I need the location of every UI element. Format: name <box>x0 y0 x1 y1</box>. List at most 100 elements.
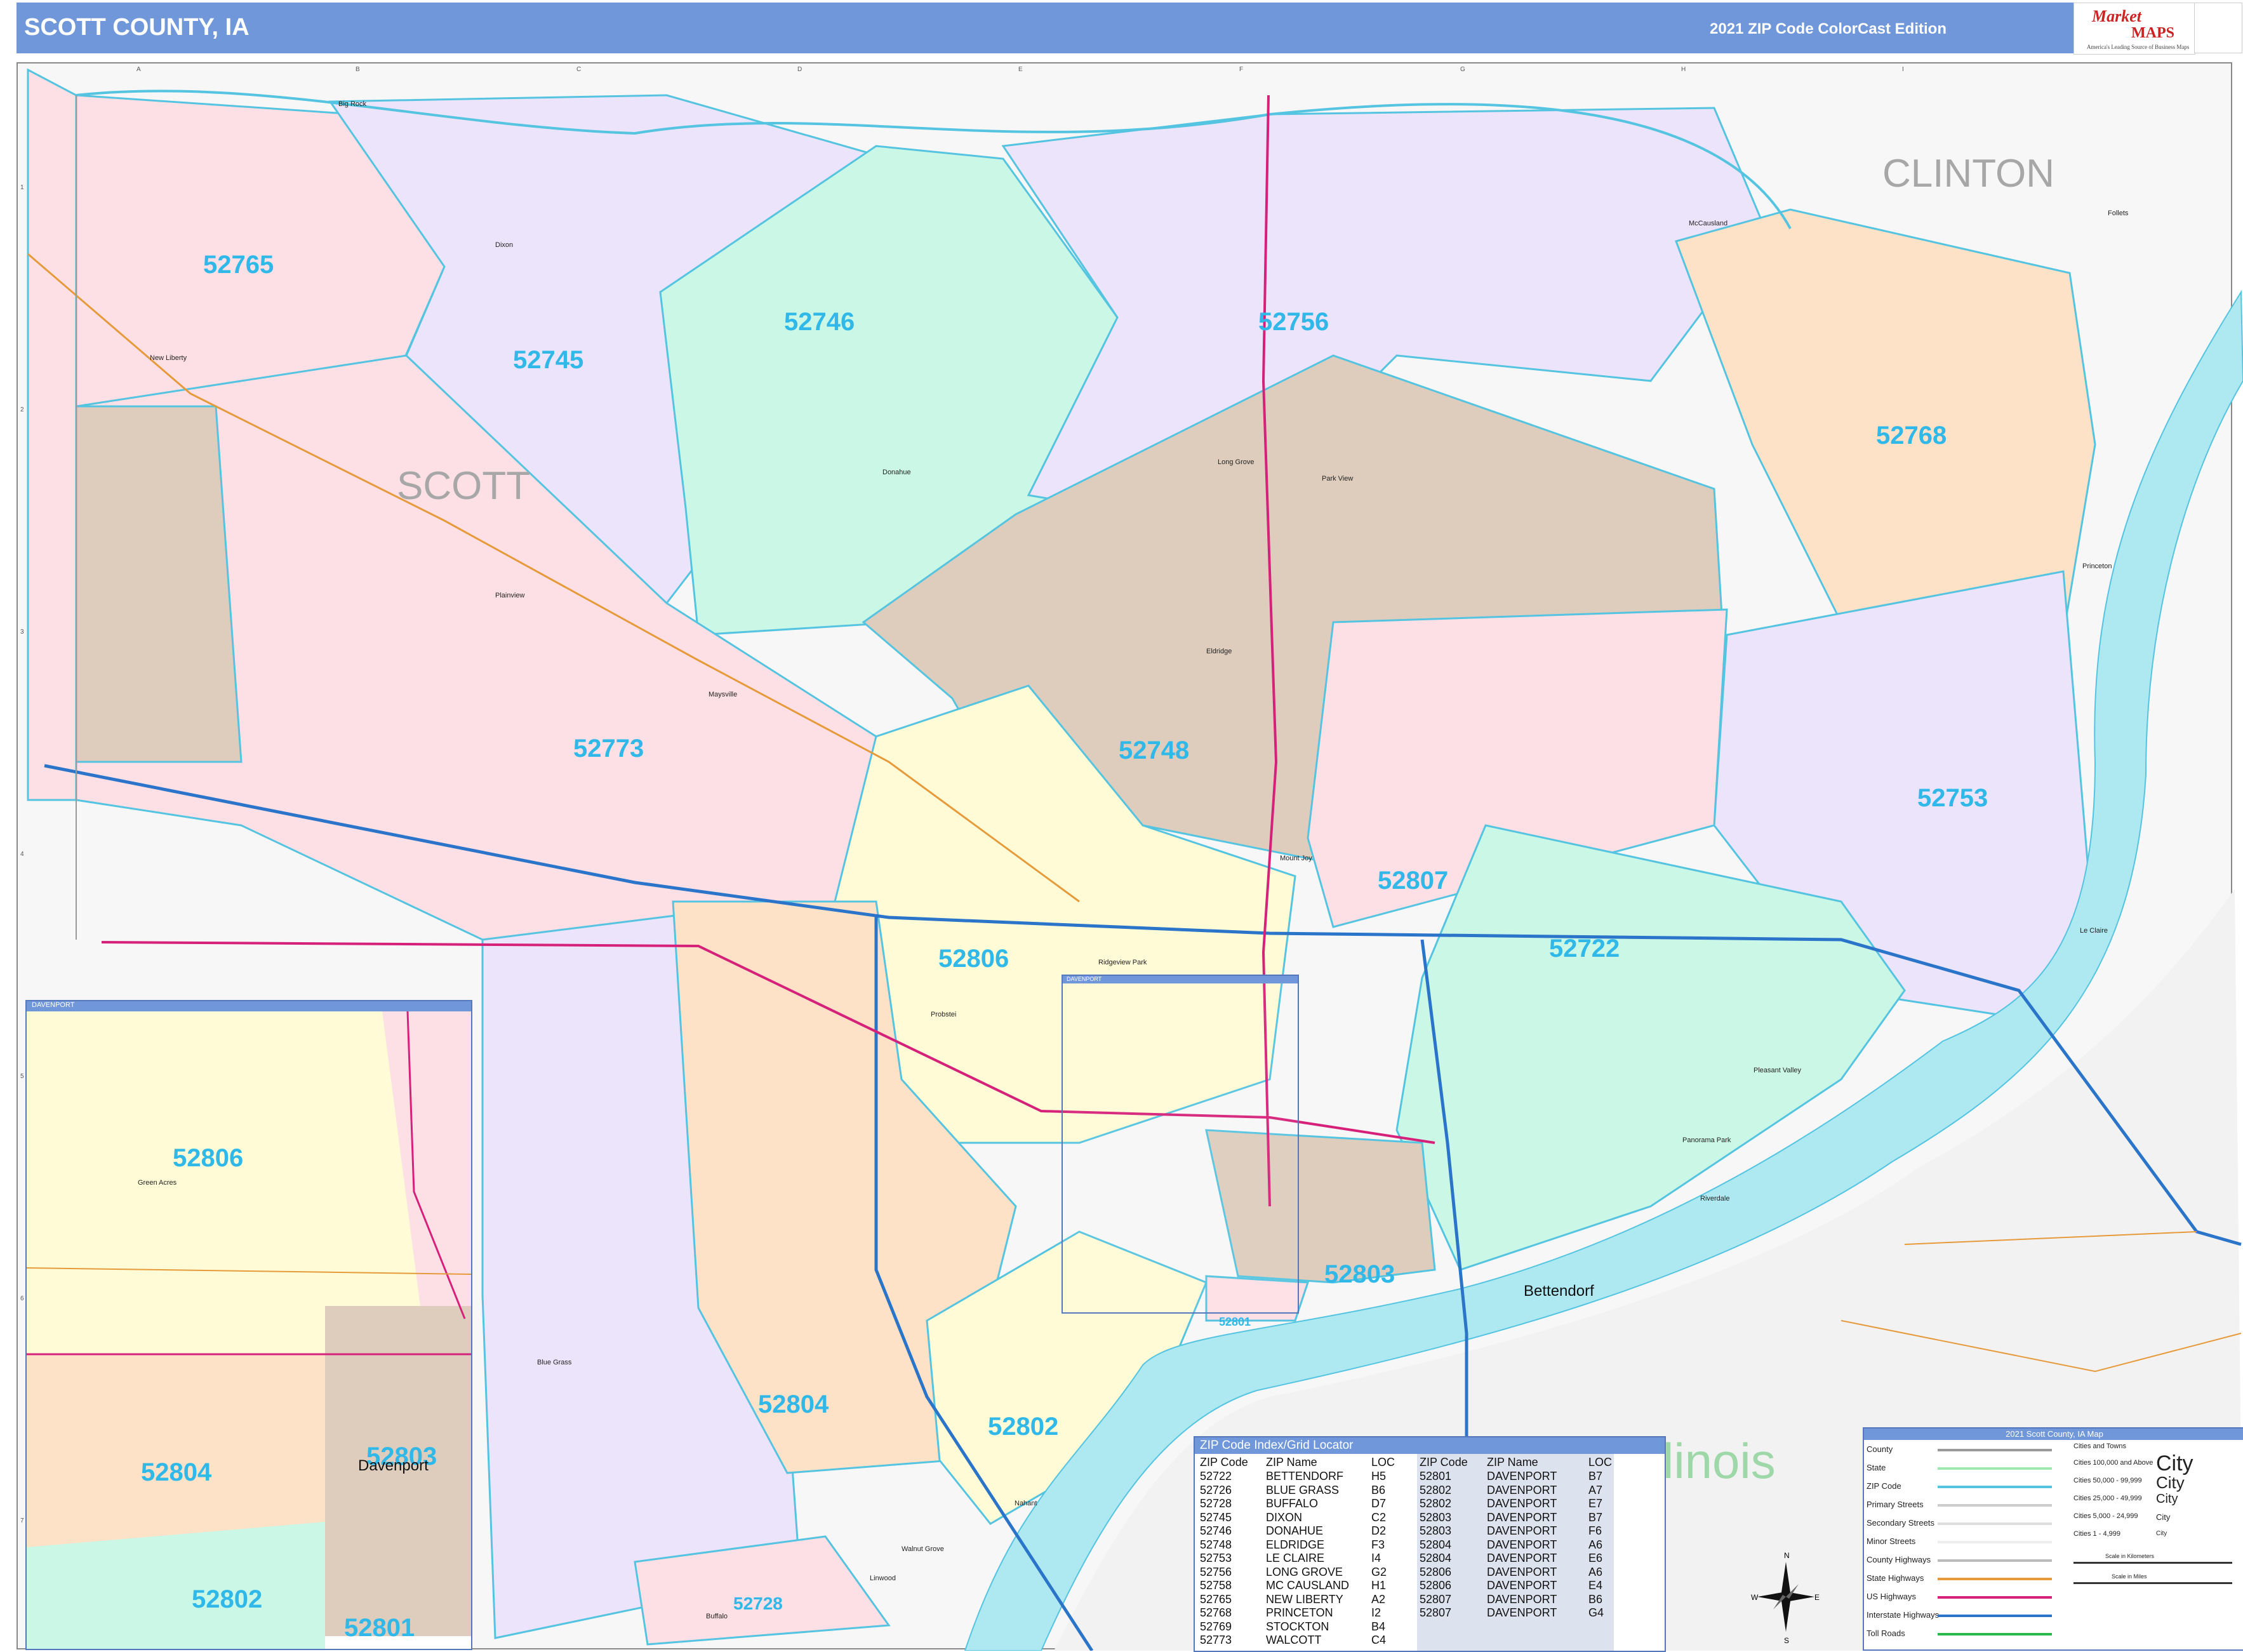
zip-index-cell: A7 <box>1588 1483 1603 1496</box>
west-region-tan <box>75 405 243 763</box>
town-label: Probstei <box>931 1011 957 1018</box>
town-label: Le Claire <box>2080 927 2108 935</box>
legend-scale-mi: Scale in Miles <box>2112 1573 2147 1580</box>
legend-item: County Highways <box>1867 1555 1931 1564</box>
legend-city-size: Cities 25,000 - 49,999 <box>2073 1495 2142 1502</box>
legend-item: Secondary Streets <box>1867 1518 1934 1528</box>
grid-letter: G <box>1460 66 1465 73</box>
zip-index-title: ZIP Code Index/Grid Locator <box>1195 1437 1665 1454</box>
grid-number: 4 <box>20 851 24 858</box>
zip-label: 52746 <box>784 308 855 336</box>
inset-canvas <box>27 1011 471 1649</box>
legend-city-size: Cities 1 - 4,999 <box>2073 1530 2120 1538</box>
legend-swatch <box>1938 1522 2052 1525</box>
zip-index-cell: DAVENPORT <box>1487 1524 1557 1537</box>
zip-index-cell: DAVENPORT <box>1487 1552 1557 1564</box>
zip-index-cell: 52773 <box>1200 1634 1232 1646</box>
zip-index-header: ZIP Code ZIP Name LOC ZIP Code ZIP Name … <box>1200 1455 1663 1469</box>
legend-swatch <box>1938 1449 2052 1451</box>
zip-index-cell: 52804 <box>1420 1552 1452 1564</box>
town-label: Riverdale <box>1700 1195 1730 1202</box>
legend-item: ZIP Code <box>1867 1481 1901 1491</box>
zip-index-cell: DAVENPORT <box>1487 1483 1557 1496</box>
grid-letter: D <box>797 66 802 73</box>
zip-index-cell: 52807 <box>1420 1606 1452 1619</box>
grid-number: 1 <box>20 184 24 191</box>
legend-city-size: Cities 50,000 - 99,999 <box>2073 1477 2142 1484</box>
scale-bar-mi <box>2073 1582 2232 1584</box>
zip-index-cell: F6 <box>1588 1524 1602 1537</box>
legend-swatch <box>1938 1486 2052 1488</box>
legend-title: 2021 Scott County, IA Map <box>1864 1429 2243 1440</box>
zip-index-cell: DAVENPORT <box>1487 1606 1557 1619</box>
legend-item: State Highways <box>1867 1573 1924 1583</box>
zip-index-cell: A6 <box>1588 1538 1603 1551</box>
county-label-scott: SCOTT <box>397 464 531 508</box>
zip-index-cell: STOCKTON <box>1266 1620 1329 1633</box>
legend-item: County <box>1867 1444 1893 1454</box>
zip-label: 52773 <box>573 735 644 763</box>
compass-e: E <box>1814 1593 1820 1602</box>
zip-index-cell: 52803 <box>1420 1524 1452 1537</box>
town-label: Maysville <box>709 691 738 698</box>
grid-letter: B <box>356 66 360 73</box>
header-name: ZIP Name <box>1266 1456 1317 1469</box>
legend-item: Interstate Highways <box>1867 1610 1940 1620</box>
grid-number: 2 <box>20 406 24 413</box>
zip-index-row: 52804 DAVENPORT A6 <box>1200 1538 1663 1552</box>
legend-swatch <box>1938 1578 2052 1580</box>
zip-index-cell: WALCOTT <box>1266 1634 1322 1646</box>
zip-label: 52807 <box>1378 867 1449 895</box>
zip-index-cell: B7 <box>1588 1510 1603 1524</box>
compass-rose-icon: N S W E <box>1751 1551 1820 1644</box>
zip-index-cell: 52803 <box>1420 1510 1452 1524</box>
zip-index-row: 52803 DAVENPORT F6 <box>1200 1524 1663 1538</box>
zip-index-row: 52802 DAVENPORT E7 <box>1200 1496 1663 1510</box>
zip-index-row: 52802 DAVENPORT A7 <box>1200 1483 1663 1497</box>
compass-w: W <box>1751 1593 1759 1602</box>
legend-swatch <box>1938 1596 2052 1599</box>
zip-index-cell: 52769 <box>1200 1620 1232 1633</box>
town-label: Nahant <box>1015 1500 1037 1507</box>
map-legend: 2021 Scott County, IA Map County State ZIP… <box>1863 1427 2243 1651</box>
legend-city-size: Cities 5,000 - 24,999 <box>2073 1512 2138 1520</box>
grid-letter: F <box>1239 66 1244 73</box>
zip-label: 52722 <box>1549 935 1620 963</box>
zip-label: 52802 <box>988 1413 1059 1441</box>
zip-index-row: 52803 DAVENPORT B7 <box>1200 1510 1663 1524</box>
legend-city-sample: City <box>2156 1512 2171 1522</box>
zip-index-cell: E7 <box>1588 1497 1603 1510</box>
zip-index-cell: B7 <box>1588 1470 1603 1482</box>
zip-index-cell: C4 <box>1371 1634 1387 1646</box>
inset-outline-title: DAVENPORT <box>1063 976 1298 983</box>
town-label: Mount Joy <box>1280 855 1312 862</box>
legend-cities-header: Cities and Towns <box>2073 1442 2126 1450</box>
town-label: Park View <box>1322 475 1354 483</box>
zip-index-row: 52804 DAVENPORT E6 <box>1200 1551 1663 1565</box>
zip-index-cell: 52802 <box>1420 1497 1452 1510</box>
town-label: Princeton <box>2082 563 2112 570</box>
grid-letter: C <box>576 66 582 73</box>
town-label: Buffalo <box>706 1613 728 1620</box>
zip-index-cell: DAVENPORT <box>1487 1579 1557 1592</box>
west-region-pink <box>27 68 77 801</box>
grid-number: 7 <box>20 1517 24 1524</box>
grid-letter: E <box>1018 66 1023 73</box>
legend-item: Primary Streets <box>1867 1500 1924 1509</box>
grid-number: 6 <box>20 1295 24 1302</box>
zip-label: 52806 <box>938 945 1009 973</box>
zip-index-cell: 52806 <box>1420 1565 1452 1578</box>
zip-index-row: 52806 DAVENPORT A6 <box>1200 1565 1663 1579</box>
town-label: New Liberty <box>150 354 187 362</box>
zip-index-cell: 52801 <box>1420 1470 1452 1482</box>
inset-town-label: Green Acres <box>138 1179 177 1187</box>
town-label: Big Rock <box>338 100 367 108</box>
legend-swatch <box>1938 1615 2052 1617</box>
header-zip-2: ZIP Code <box>1420 1456 1468 1469</box>
legend-swatch <box>1938 1633 2052 1635</box>
scale-bar-km <box>2073 1562 2232 1564</box>
zip-index-cell: 52807 <box>1420 1592 1452 1606</box>
town-label: Linwood <box>870 1575 896 1582</box>
legend-city-sample: City <box>2156 1473 2185 1492</box>
legend-swatch <box>1938 1541 2052 1543</box>
